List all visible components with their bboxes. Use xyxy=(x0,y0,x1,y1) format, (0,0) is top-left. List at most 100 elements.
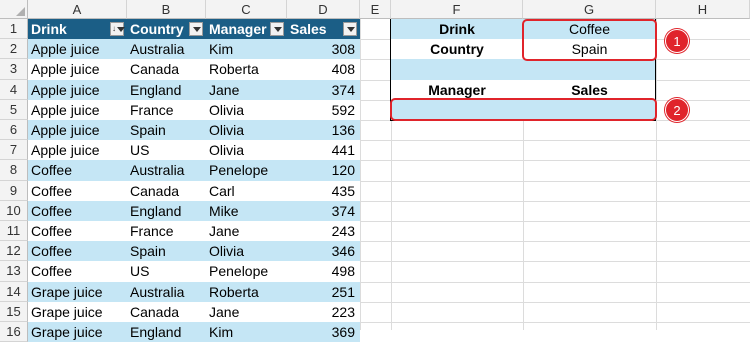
filter-dropdown-button[interactable] xyxy=(270,22,284,36)
row-header-15[interactable]: 15 xyxy=(0,301,28,322)
table-cell-manager[interactable]: Penelope xyxy=(206,261,287,282)
row-header-16[interactable]: 16 xyxy=(0,322,28,342)
table-cell-manager[interactable]: Roberta xyxy=(206,59,287,80)
table-cell-sales[interactable]: 592 xyxy=(287,99,360,120)
row-header-3[interactable]: 3 xyxy=(0,59,28,80)
table-cell-drink[interactable]: Coffee xyxy=(28,221,127,242)
table-cell-manager[interactable]: Olivia xyxy=(206,99,287,120)
table-cell-drink[interactable]: Coffee xyxy=(28,261,127,282)
row-header-4[interactable]: 4 xyxy=(0,79,28,100)
table-cell-country[interactable]: Spain xyxy=(127,241,206,262)
table-cell-manager[interactable]: Jane xyxy=(206,221,287,242)
row-header-2[interactable]: 2 xyxy=(0,39,28,60)
table-cell-sales[interactable]: 374 xyxy=(287,79,360,100)
table-cell-manager[interactable]: Jane xyxy=(206,79,287,100)
table-cell-drink[interactable]: Apple juice xyxy=(28,79,127,100)
table-cell-sales[interactable]: 435 xyxy=(287,180,360,201)
sort-filter-button[interactable]: ↓ xyxy=(110,22,125,36)
row-header-11[interactable]: 11 xyxy=(0,221,28,242)
highlight-box-criteria xyxy=(522,19,657,61)
row-header-10[interactable]: 10 xyxy=(0,200,28,221)
row-header-14[interactable]: 14 xyxy=(0,281,28,302)
gridline xyxy=(656,19,657,330)
output-sales-label[interactable]: Sales xyxy=(523,79,656,100)
table-cell-manager[interactable]: Mike xyxy=(206,200,287,221)
table-cell-drink[interactable]: Grape juice xyxy=(28,322,127,342)
column-header-d[interactable]: D xyxy=(287,0,360,19)
table-cell-sales[interactable]: 498 xyxy=(287,261,360,282)
table-cell-drink[interactable]: Apple juice xyxy=(28,120,127,141)
highlight-box-output xyxy=(390,98,657,121)
column-header-b[interactable]: B xyxy=(127,0,206,19)
table-cell-manager[interactable]: Penelope xyxy=(206,160,287,181)
column-header-a[interactable]: A xyxy=(28,0,127,19)
output-manager-label[interactable]: Manager xyxy=(391,79,523,100)
table-cell-drink[interactable]: Grape juice xyxy=(28,281,127,302)
table-cell-drink[interactable]: Coffee xyxy=(28,160,127,181)
table-cell-drink[interactable]: Apple juice xyxy=(28,140,127,161)
criteria-country-label[interactable]: Country xyxy=(391,39,523,60)
table-cell-manager[interactable]: Olivia xyxy=(206,241,287,262)
table-cell-country[interactable]: Australia xyxy=(127,160,206,181)
table-cell-sales[interactable]: 223 xyxy=(287,301,360,322)
table-cell-country[interactable]: France xyxy=(127,221,206,242)
filter-dropdown-button[interactable] xyxy=(343,22,357,36)
table-cell-country[interactable]: England xyxy=(127,322,206,342)
criteria-drink-label[interactable]: Drink xyxy=(391,19,523,40)
table-cell-sales[interactable]: 243 xyxy=(287,221,360,242)
row-header-13[interactable]: 13 xyxy=(0,261,28,282)
table-cell-drink[interactable]: Apple juice xyxy=(28,99,127,120)
table-cell-sales[interactable]: 346 xyxy=(287,241,360,262)
row-header-5[interactable]: 5 xyxy=(0,99,28,120)
table-cell-manager[interactable]: Roberta xyxy=(206,281,287,302)
column-header-f[interactable]: F xyxy=(391,0,523,19)
table-cell-sales[interactable]: 308 xyxy=(287,39,360,60)
table-cell-manager[interactable]: Carl xyxy=(206,180,287,201)
table-cell-drink[interactable]: Coffee xyxy=(28,241,127,262)
table-cell-sales[interactable]: 441 xyxy=(287,140,360,161)
table-cell-manager[interactable]: Kim xyxy=(206,39,287,60)
table-cell-manager[interactable]: Olivia xyxy=(206,120,287,141)
row-header-8[interactable]: 8 xyxy=(0,160,28,181)
table-cell-country[interactable]: Australia xyxy=(127,281,206,302)
table-cell-sales[interactable]: 120 xyxy=(287,160,360,181)
table-cell-country[interactable]: England xyxy=(127,79,206,100)
filter-dropdown-button[interactable] xyxy=(189,22,203,36)
table-cell-manager[interactable]: Kim xyxy=(206,322,287,342)
table-cell-country[interactable]: France xyxy=(127,99,206,120)
column-header-g[interactable]: G xyxy=(523,0,656,19)
table-cell-sales[interactable]: 136 xyxy=(287,120,360,141)
table-cell-manager[interactable]: Olivia xyxy=(206,140,287,161)
column-header-h[interactable]: H xyxy=(656,0,750,19)
table-cell-manager[interactable]: Jane xyxy=(206,301,287,322)
row-header-7[interactable]: 7 xyxy=(0,140,28,161)
table-cell-drink[interactable]: Apple juice xyxy=(28,59,127,80)
table-cell-country[interactable]: Spain xyxy=(127,120,206,141)
criteria-empty-row[interactable] xyxy=(391,59,656,80)
table-cell-country[interactable]: Canada xyxy=(127,301,206,322)
gridline xyxy=(360,19,361,330)
table-cell-drink[interactable]: Grape juice xyxy=(28,301,127,322)
row-header-6[interactable]: 6 xyxy=(0,120,28,141)
row-header-1[interactable]: 1 xyxy=(0,19,28,40)
table-cell-drink[interactable]: Apple juice xyxy=(28,39,127,60)
table-cell-sales[interactable]: 408 xyxy=(287,59,360,80)
chevron-down-icon xyxy=(347,27,355,32)
table-cell-drink[interactable]: Coffee xyxy=(28,180,127,201)
table-cell-sales[interactable]: 251 xyxy=(287,281,360,302)
table-cell-country[interactable]: England xyxy=(127,200,206,221)
table-cell-country[interactable]: Australia xyxy=(127,39,206,60)
column-header-e[interactable]: E xyxy=(360,0,391,19)
row-header-12[interactable]: 12 xyxy=(0,241,28,262)
table-cell-sales[interactable]: 369 xyxy=(287,322,360,342)
table-cell-country[interactable]: Canada xyxy=(127,59,206,80)
select-all-button[interactable] xyxy=(0,0,28,19)
table-cell-sales[interactable]: 374 xyxy=(287,200,360,221)
table-cell-country[interactable]: US xyxy=(127,140,206,161)
table-cell-drink[interactable]: Coffee xyxy=(28,200,127,221)
table-cell-country[interactable]: US xyxy=(127,261,206,282)
table-cell-country[interactable]: Canada xyxy=(127,180,206,201)
row-header-9[interactable]: 9 xyxy=(0,180,28,201)
spreadsheet-grid[interactable]: A B C D E F G H 1 2 3 4 5 6 7 8 9 10 11 … xyxy=(0,0,750,342)
column-header-c[interactable]: C xyxy=(206,0,287,19)
